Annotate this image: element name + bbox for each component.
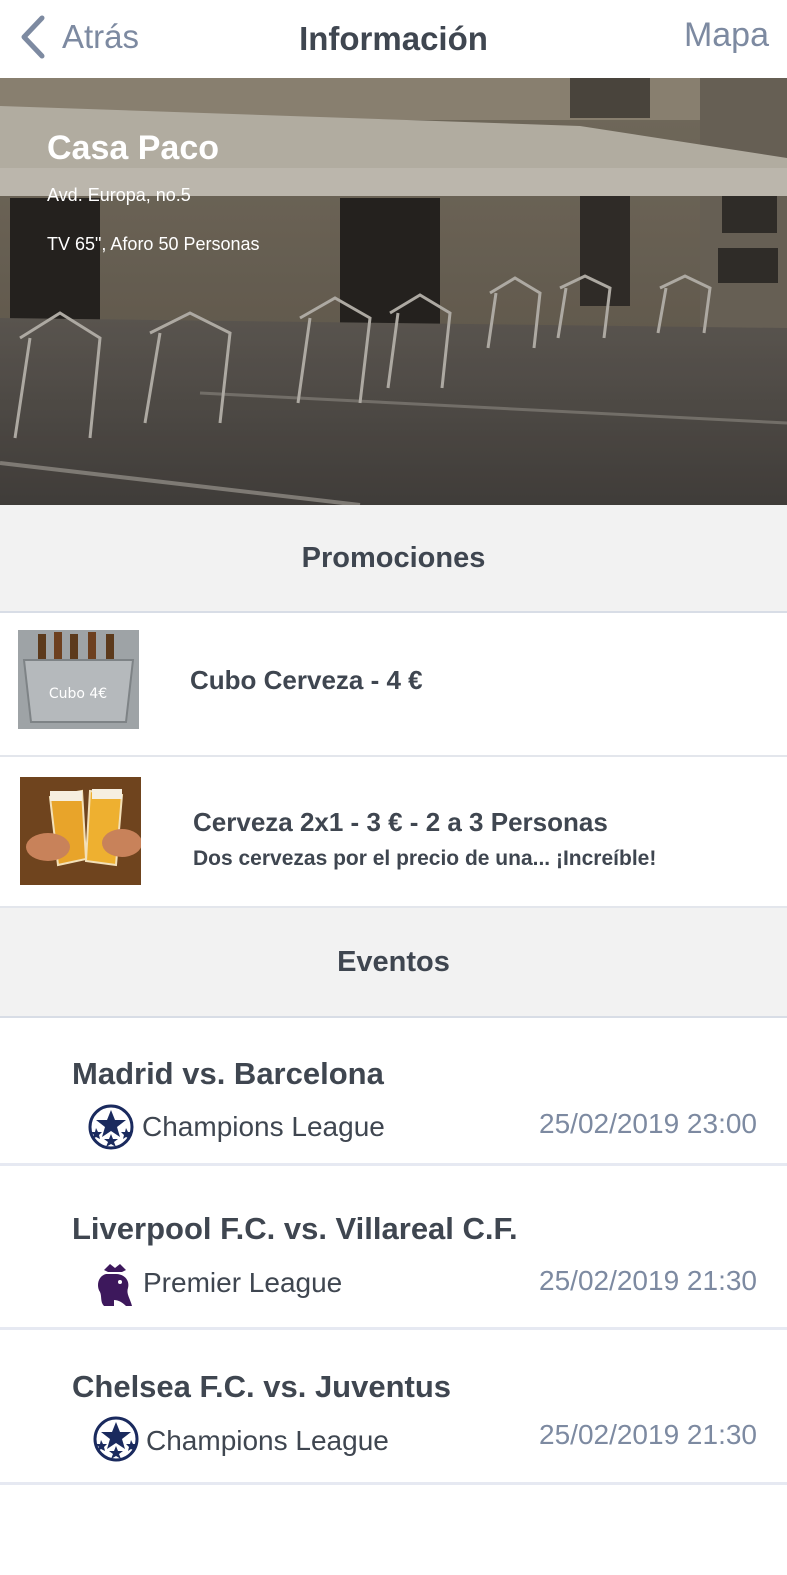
promotions-header: Promociones <box>0 505 787 613</box>
nav-bar: Atrás Información Mapa <box>0 0 787 78</box>
event-datetime: 25/02/2019 21:30 <box>539 1265 757 1296</box>
event-row[interactable]: Madrid vs. Barcelona Champions League 25… <box>0 1018 787 1166</box>
venue-details: TV 65", Aforo 50 Personas <box>47 234 260 254</box>
event-datetime: 25/02/2019 23:00 <box>539 1108 757 1139</box>
premier-league-icon <box>98 1264 132 1306</box>
event-datetime: 25/02/2019 21:30 <box>539 1419 757 1450</box>
venue-address: Avd. Europa, no.5 <box>47 185 191 205</box>
event-name: Liverpool F.C. vs. Villareal C.F. <box>72 1211 518 1246</box>
svg-text:Cubo 4€: Cubo 4€ <box>49 686 107 702</box>
champions-league-icon <box>88 1104 134 1150</box>
map-button[interactable]: Mapa <box>684 16 769 55</box>
promotion-item[interactable]: Cerveza 2x1 - 3 € - 2 a 3 Personas Dos c… <box>0 757 787 908</box>
event-league: Champions League <box>146 1425 389 1456</box>
event-name: Chelsea F.C. vs. Juventus <box>72 1369 452 1404</box>
event-league: Premier League <box>143 1267 343 1298</box>
event-row[interactable]: Chelsea F.C. vs. Juventus Champions Leag… <box>0 1330 787 1485</box>
event-name: Madrid vs. Barcelona <box>72 1056 384 1091</box>
promotion-title: Cerveza 2x1 - 3 € - 2 a 3 Personas <box>193 807 608 837</box>
promotion-title: Cubo Cerveza - 4 € <box>190 665 423 695</box>
event-league: Champions League <box>142 1111 385 1142</box>
promotion-item[interactable]: Cubo 4€ Cubo Cerveza - 4 € <box>0 613 787 757</box>
beer-bucket-image: Cubo 4€ <box>18 630 139 729</box>
venue-name: Casa Paco <box>47 129 219 167</box>
champions-league-icon <box>93 1416 139 1462</box>
events-header: Eventos <box>0 908 787 1018</box>
beer-toast-image <box>20 777 141 885</box>
promotion-subtitle: Dos cervezas por el precio de una... ¡In… <box>193 847 657 870</box>
page-title: Información <box>299 20 488 57</box>
event-row[interactable]: Liverpool F.C. vs. Villareal C.F. Premie… <box>0 1166 787 1330</box>
venue-hero: Casa Paco Avd. Europa, no.5 TV 65", Afor… <box>0 78 787 505</box>
